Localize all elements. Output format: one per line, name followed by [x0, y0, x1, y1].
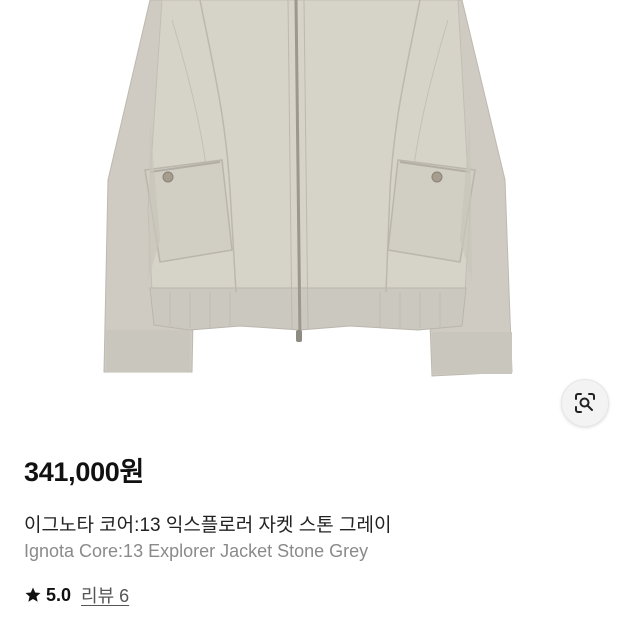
lens-search-icon	[573, 391, 597, 415]
product-page: 341,000원 이그노타 코어:13 익스플로러 자켓 스톤 그레이 Igno…	[0, 0, 620, 620]
rating-value: 5.0	[46, 584, 72, 605]
rating-row: 5.0 리뷰 6	[24, 582, 129, 608]
product-price: 341,000원	[24, 457, 145, 487]
product-image[interactable]	[0, 0, 620, 430]
product-title-korean: 이그노타 코어:13 익스플로러 자켓 스톤 그레이	[24, 515, 392, 536]
product-title-english: Ignota Core:13 Explorer Jacket Stone Gre…	[24, 541, 369, 561]
image-search-button[interactable]	[561, 379, 609, 427]
review-count-link[interactable]: 리뷰 6	[81, 582, 129, 608]
star-icon	[24, 586, 42, 604]
